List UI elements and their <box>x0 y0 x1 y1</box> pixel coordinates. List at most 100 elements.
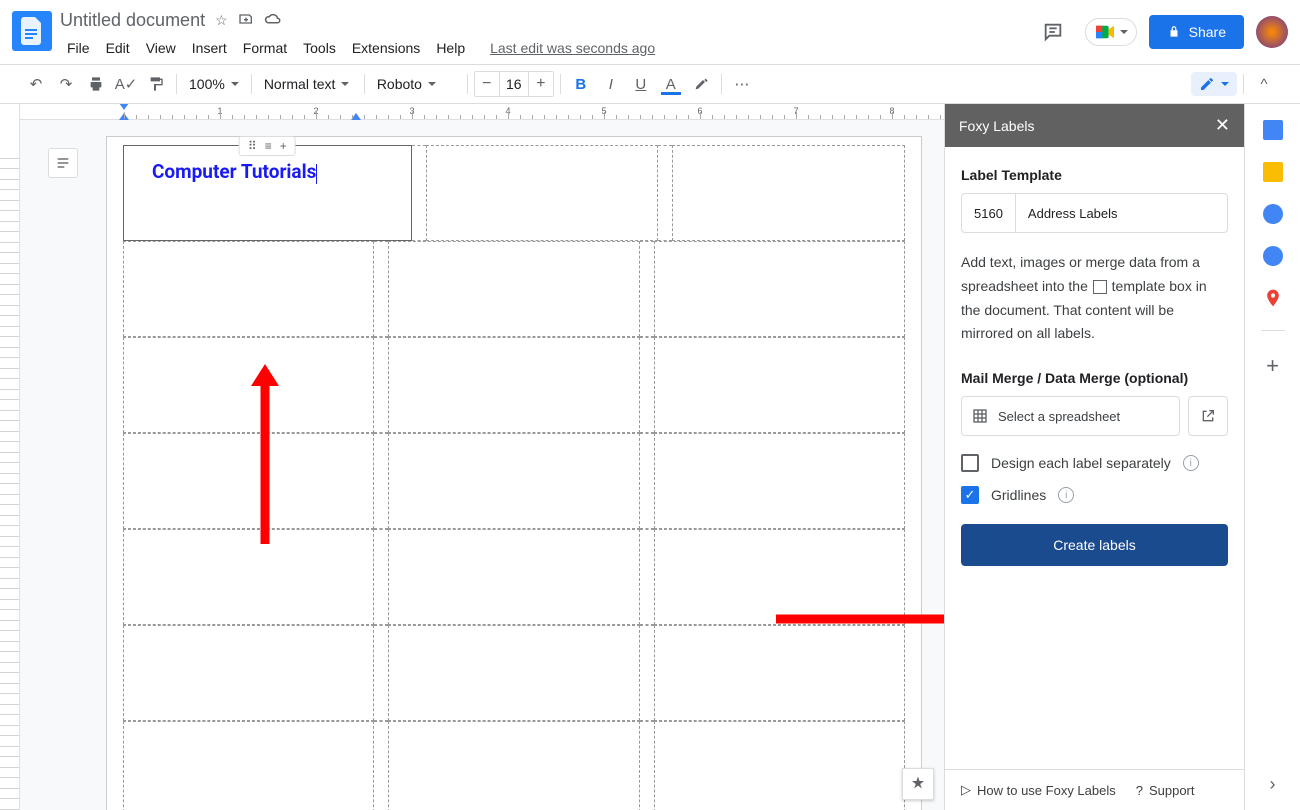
collapse-sidebar-icon[interactable]: ^ <box>1250 70 1278 98</box>
sidebar-footer: ▷How to use Foxy Labels ?Support <box>945 769 1244 810</box>
menu-view[interactable]: View <box>139 36 183 60</box>
hide-rail-icon[interactable]: › <box>1263 774 1283 794</box>
label-cell-active[interactable]: ⠿≡+ Computer Tutorials <box>123 145 412 241</box>
font-select[interactable]: Roboto <box>371 70 461 98</box>
contacts-icon[interactable] <box>1263 246 1283 266</box>
sidebar-header: Foxy Labels ✕ <box>945 104 1244 147</box>
undo-icon[interactable]: ↶ <box>22 70 50 98</box>
comments-icon[interactable] <box>1033 12 1073 52</box>
document-area: 12345678 ⠿≡+ Computer Tutorials <box>20 104 944 810</box>
menu-edit[interactable]: Edit <box>99 36 137 60</box>
label-cell[interactable] <box>388 241 639 337</box>
menu-file[interactable]: File <box>60 36 97 60</box>
editing-mode-button[interactable] <box>1191 72 1237 96</box>
maps-icon[interactable] <box>1263 288 1283 308</box>
create-labels-button[interactable]: Create labels <box>961 524 1228 566</box>
label-template-heading: Label Template <box>961 167 1228 183</box>
content-area: 12345678 ⠿≡+ Computer Tutorials <box>0 104 1300 810</box>
label-grid: ⠿≡+ Computer Tutorials <box>123 145 905 810</box>
text-color-button[interactable]: A <box>657 70 685 98</box>
table-handle[interactable]: ⠿ ≡ + <box>239 136 296 156</box>
template-selector[interactable]: 5160 Address Labels <box>961 193 1228 233</box>
label-cell[interactable] <box>123 529 374 625</box>
align-icon[interactable]: ≡ <box>265 139 272 153</box>
vertical-ruler <box>0 104 20 810</box>
fontsize-value[interactable]: 16 <box>499 72 529 96</box>
star-icon[interactable]: ☆ <box>215 12 228 29</box>
chevron-down-icon <box>1120 30 1128 34</box>
close-icon[interactable]: ✕ <box>1215 115 1230 136</box>
lock-icon <box>1167 25 1181 39</box>
zoom-select[interactable]: 100% <box>183 70 245 98</box>
label-cell[interactable] <box>654 721 905 810</box>
share-button[interactable]: Share <box>1149 15 1244 49</box>
info-icon[interactable]: i <box>1058 487 1074 503</box>
fontsize-decrease[interactable]: − <box>475 72 499 96</box>
document-title[interactable]: Untitled document <box>60 10 205 31</box>
label-cell[interactable] <box>426 145 659 241</box>
last-edit-link[interactable]: Last edit was seconds ago <box>490 36 655 60</box>
open-external-icon[interactable] <box>1188 396 1228 436</box>
menu-help[interactable]: Help <box>429 36 472 60</box>
move-icon[interactable] <box>238 11 254 30</box>
italic-button[interactable]: I <box>597 70 625 98</box>
label-cell[interactable] <box>388 625 639 721</box>
design-each-label: Design each label separately <box>991 455 1171 471</box>
support-link[interactable]: ?Support <box>1136 782 1195 798</box>
gridlines-row: ✓ Gridlines i <box>961 486 1228 504</box>
label-cell[interactable] <box>654 337 905 433</box>
fontsize-increase[interactable]: + <box>529 72 553 96</box>
info-icon[interactable]: i <box>1183 455 1199 471</box>
add-icon[interactable]: + <box>280 139 287 153</box>
outline-toggle-icon[interactable] <box>48 148 78 178</box>
spellcheck-icon[interactable]: A✓ <box>112 70 140 98</box>
drag-icon[interactable]: ⠿ <box>248 139 257 153</box>
label-cell[interactable] <box>672 145 905 241</box>
label-cell[interactable] <box>123 241 374 337</box>
menu-tools[interactable]: Tools <box>296 36 343 60</box>
label-cell[interactable] <box>654 433 905 529</box>
underline-button[interactable]: U <box>627 70 655 98</box>
meet-button[interactable] <box>1085 18 1137 46</box>
label-cell[interactable] <box>123 721 374 810</box>
redo-icon[interactable]: ↷ <box>52 70 80 98</box>
side-rail: + › <box>1244 104 1300 810</box>
cloud-icon[interactable] <box>264 12 282 29</box>
menu-insert[interactable]: Insert <box>185 36 234 60</box>
docs-logo-icon[interactable] <box>12 11 52 51</box>
gridlines-checkbox[interactable]: ✓ <box>961 486 979 504</box>
page[interactable]: ⠿≡+ Computer Tutorials <box>106 136 922 810</box>
label-cell[interactable] <box>654 241 905 337</box>
highlight-button[interactable] <box>687 70 715 98</box>
bold-button[interactable]: B <box>567 70 595 98</box>
label-cell[interactable] <box>654 529 905 625</box>
tasks-icon[interactable] <box>1263 204 1283 224</box>
label-cell[interactable] <box>388 433 639 529</box>
user-avatar[interactable] <box>1256 16 1288 48</box>
pencil-icon <box>1199 76 1215 92</box>
select-spreadsheet-button[interactable]: Select a spreadsheet <box>961 396 1180 436</box>
explore-button[interactable] <box>902 768 934 800</box>
app-header: Untitled document ☆ File Edit View Inser… <box>0 0 1300 64</box>
label-cell[interactable] <box>388 529 639 625</box>
template-name: Address Labels <box>1016 206 1130 221</box>
label-cell[interactable] <box>123 433 374 529</box>
design-each-checkbox[interactable] <box>961 454 979 472</box>
more-tools-icon[interactable]: ⋯ <box>728 70 756 98</box>
label-cell[interactable] <box>123 337 374 433</box>
keep-icon[interactable] <box>1263 162 1283 182</box>
label-cell[interactable] <box>123 625 374 721</box>
label-cell[interactable] <box>654 625 905 721</box>
label-cell[interactable] <box>388 337 639 433</box>
menu-extensions[interactable]: Extensions <box>345 36 427 60</box>
calendar-icon[interactable] <box>1263 120 1283 140</box>
add-addon-icon[interactable]: + <box>1263 353 1283 373</box>
howto-link[interactable]: ▷How to use Foxy Labels <box>961 782 1116 798</box>
label-cell[interactable] <box>388 721 639 810</box>
gridlines-label: Gridlines <box>991 487 1046 503</box>
menu-format[interactable]: Format <box>236 36 294 60</box>
style-select[interactable]: Normal text <box>258 70 358 98</box>
header-right: Share <box>1033 12 1288 52</box>
print-icon[interactable] <box>82 70 110 98</box>
paint-format-icon[interactable] <box>142 70 170 98</box>
